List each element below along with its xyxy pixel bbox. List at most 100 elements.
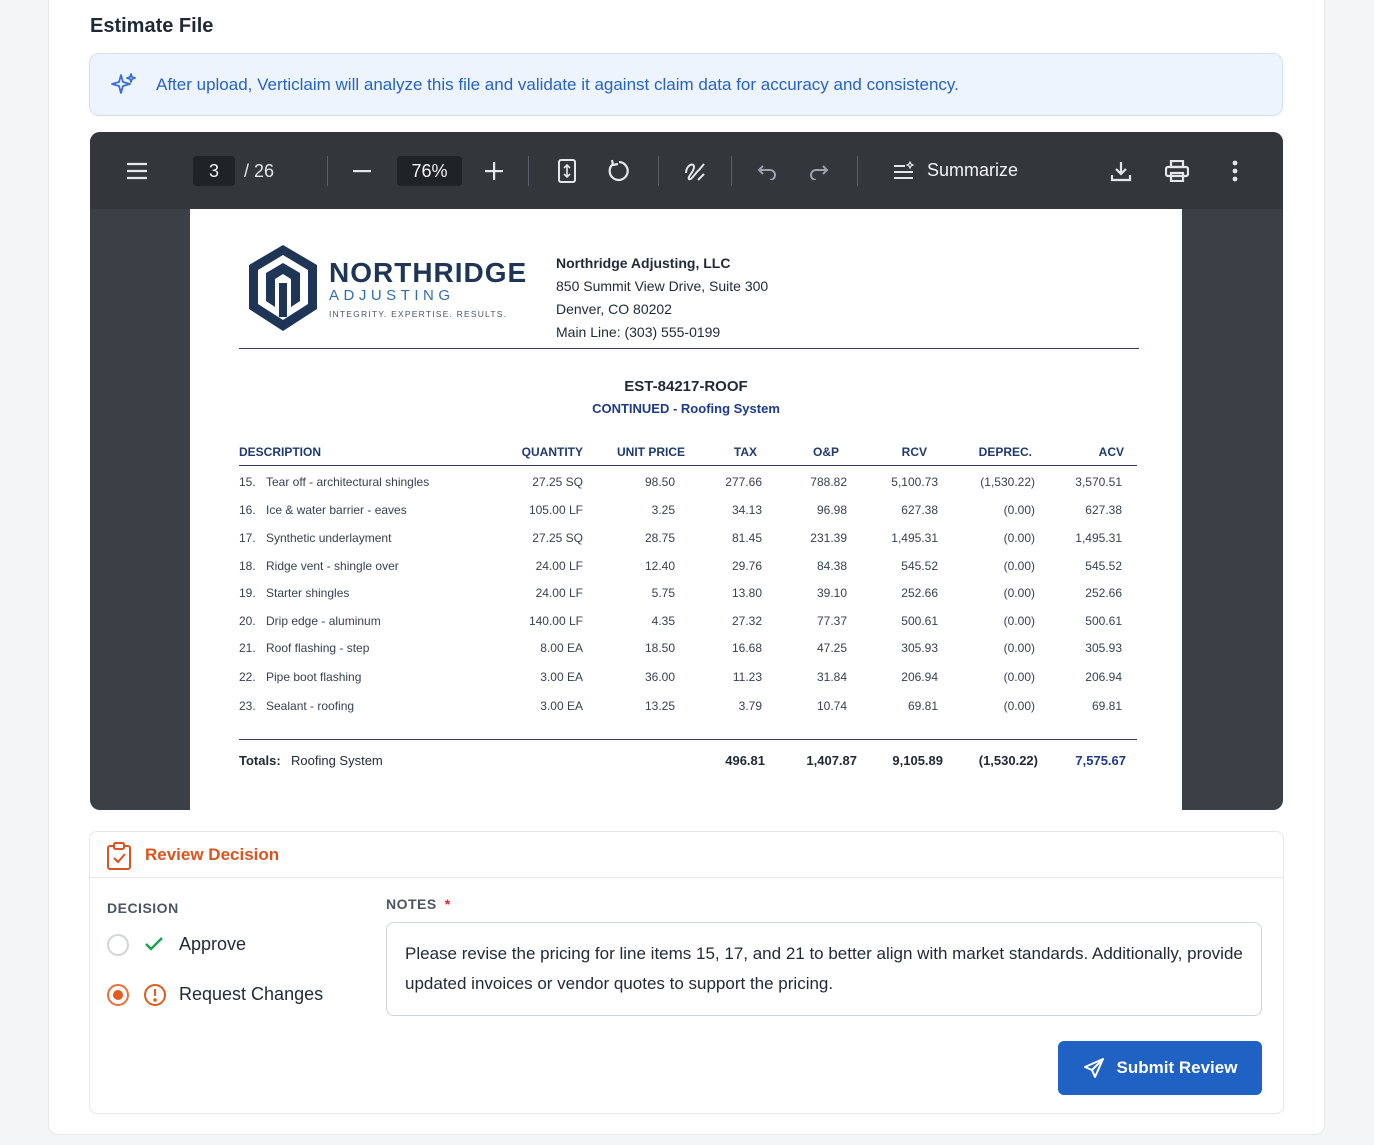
row-tax: 277.66	[725, 475, 762, 489]
toolbar-divider	[658, 156, 659, 186]
row-acv: 252.66	[1085, 586, 1122, 600]
rotate-icon[interactable]	[606, 132, 632, 209]
totals-divider	[239, 739, 1137, 740]
brand-subtitle: ADJUSTING	[329, 287, 455, 304]
row-number: 15.	[239, 475, 256, 489]
row-description: Roof flashing - step	[266, 641, 370, 655]
totals-deprec: (1,530.22)	[978, 753, 1038, 768]
notes-textarea[interactable]: Please revise the pricing for line items…	[386, 922, 1262, 1016]
info-banner: After upload, Verticlaim will analyze th…	[89, 53, 1283, 116]
approve-radio[interactable]	[107, 934, 129, 956]
column-header-acv: ACV	[1098, 445, 1124, 459]
row-unit-price: 13.25	[644, 699, 675, 713]
row-unit-price: 18.50	[644, 641, 675, 655]
phone-line: Main Line: (303) 555-0199	[556, 324, 721, 340]
row-description: Pipe boot flashing	[266, 670, 362, 684]
summarize-button[interactable]: Summarize	[893, 132, 1023, 209]
column-header-tax: TAX	[733, 445, 757, 459]
row-description: Tear off - architectural shingles	[266, 475, 430, 489]
notes-label: NOTES *	[386, 896, 451, 912]
row-unit-price: 28.75	[644, 531, 675, 545]
row-deprec: (0.00)	[1003, 670, 1035, 684]
toolbar-divider	[327, 156, 328, 186]
more-vertical-icon[interactable]	[1228, 132, 1242, 209]
row-rcv: 252.66	[901, 586, 938, 600]
pdf-page: NORTHRIDGE ADJUSTING INTEGRITY. EXPERTIS…	[190, 209, 1182, 810]
toolbar-divider	[857, 156, 858, 186]
clipboard-check-icon	[107, 842, 131, 870]
row-rcv: 1,495.31	[891, 531, 938, 545]
pdf-toolbar: 3 / 26 76% Summarize	[90, 132, 1283, 209]
redo-icon[interactable]	[808, 132, 830, 209]
row-tax: 11.23	[732, 670, 762, 684]
row-op: 39.10	[816, 586, 847, 600]
fit-page-icon[interactable]	[556, 132, 578, 209]
row-rcv: 69.81	[907, 699, 938, 713]
row-op: 788.82	[810, 475, 847, 489]
row-acv: 69.81	[1091, 699, 1122, 713]
row-number: 21.	[239, 641, 256, 655]
row-description: Ridge vent - shingle over	[266, 559, 399, 573]
row-quantity: 27.25 SQ	[532, 531, 583, 545]
zoom-level-input[interactable]: 76%	[397, 156, 462, 186]
row-tax: 29.76	[731, 559, 762, 573]
zoom-in-icon[interactable]	[484, 132, 504, 209]
northridge-logo	[249, 245, 317, 331]
row-quantity: 3.00 EA	[540, 699, 583, 713]
row-deprec: (0.00)	[1003, 559, 1035, 573]
submit-label: Submit Review	[1116, 1058, 1238, 1077]
zoom-out-icon[interactable]	[352, 132, 372, 209]
row-rcv: 5,100.73	[891, 475, 938, 489]
request-changes-radio[interactable]	[107, 984, 129, 1006]
alert-circle-icon	[144, 984, 166, 1006]
row-acv: 545.52	[1085, 559, 1122, 573]
row-description: Sealant - roofing	[266, 699, 355, 713]
row-op: 231.39	[810, 531, 847, 545]
send-icon	[1083, 1058, 1104, 1078]
banner-text: After upload, Verticlaim will analyze th…	[156, 74, 959, 94]
download-icon[interactable]	[1110, 132, 1132, 209]
row-number: 19.	[239, 586, 256, 600]
row-tax: 34.13	[731, 503, 762, 517]
column-header-op: O&P	[812, 445, 839, 459]
menu-icon[interactable]	[124, 132, 150, 209]
column-header-rcv: RCV	[901, 445, 927, 459]
row-deprec: (1,530.22)	[980, 475, 1035, 489]
row-acv: 3,570.51	[1075, 475, 1122, 489]
row-tax: 81.45	[731, 531, 762, 545]
page-number-input[interactable]: 3	[193, 156, 235, 186]
review-header: Review Decision	[90, 832, 1283, 878]
row-unit-price: 12.40	[644, 559, 675, 573]
row-quantity: 3.00 EA	[540, 670, 583, 684]
draw-icon[interactable]	[683, 132, 707, 209]
print-icon[interactable]	[1165, 132, 1189, 209]
row-number: 16.	[239, 503, 256, 517]
page-total: / 26	[244, 160, 275, 181]
totals-acv: 7,575.67	[1075, 753, 1126, 768]
address-line-1: 850 Summit View Drive, Suite 300	[556, 278, 769, 294]
column-header-deprec: DEPREC.	[978, 445, 1032, 459]
row-acv: 1,495.31	[1075, 531, 1122, 545]
row-quantity: 24.00 LF	[535, 559, 583, 573]
company-address-block: Northridge Adjusting, LLC 850 Summit Vie…	[556, 252, 768, 344]
address-line-2: Denver, CO 80202	[556, 301, 672, 317]
row-unit-price: 98.50	[644, 475, 675, 489]
row-quantity: 8.00 EA	[540, 641, 583, 655]
column-header-unit-price: UNIT PRICE	[616, 445, 685, 459]
request-changes-label[interactable]: Request Changes	[179, 984, 323, 1005]
row-number: 20.	[239, 614, 256, 628]
approve-label[interactable]: Approve	[179, 934, 246, 955]
row-rcv: 627.38	[901, 503, 938, 517]
row-op: 96.98	[816, 503, 847, 517]
row-number: 23.	[239, 699, 256, 713]
row-tax: 13.80	[731, 586, 762, 600]
sparkles-icon	[111, 72, 136, 94]
column-header-description: DESCRIPTION	[239, 445, 322, 459]
undo-icon[interactable]	[756, 132, 778, 209]
estimate-id: EST-84217-ROOF	[624, 378, 748, 395]
row-deprec: (0.00)	[1003, 641, 1035, 655]
toolbar-divider	[528, 156, 529, 186]
notes-label-text: NOTES	[386, 896, 437, 912]
totals-op: 1,407.87	[806, 753, 857, 768]
submit-review-button[interactable]: Submit Review	[1058, 1041, 1262, 1095]
